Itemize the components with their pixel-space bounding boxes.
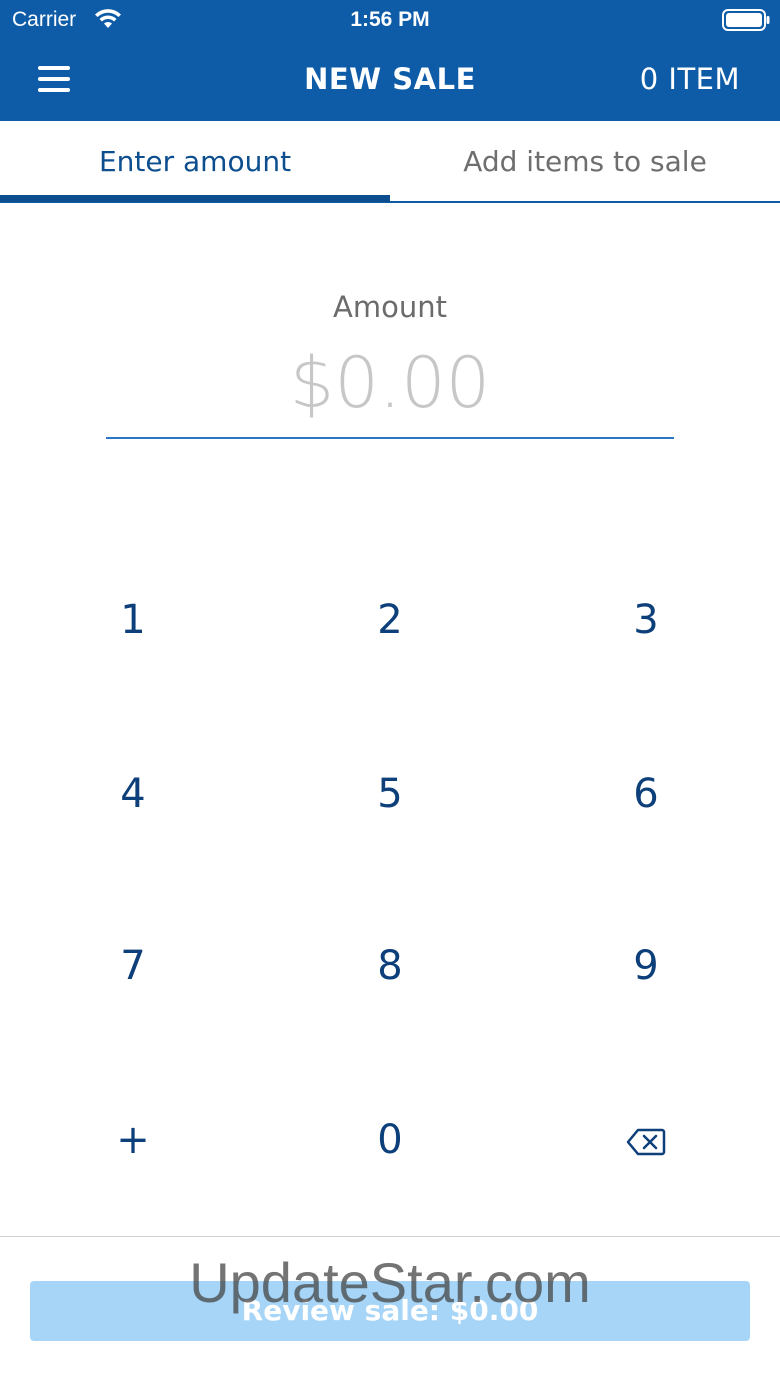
amount-label: Amount	[333, 290, 447, 324]
backspace-icon	[626, 1128, 666, 1156]
status-bar: Carrier 1:56 PM	[0, 0, 780, 40]
nav-bar: NEW SALE 0 ITEM	[0, 40, 780, 121]
key-plus[interactable]: +	[33, 1080, 233, 1200]
key-0[interactable]: 0	[290, 1080, 490, 1200]
key-4[interactable]: 4	[33, 734, 233, 854]
key-6[interactable]: 6	[546, 734, 746, 854]
amount-input[interactable]: $0.00	[106, 342, 674, 424]
key-9[interactable]: 9	[546, 906, 746, 1026]
key-8[interactable]: 8	[290, 906, 490, 1026]
backspace-key[interactable]	[546, 1080, 746, 1200]
item-count-button[interactable]: 0 ITEM	[640, 62, 740, 96]
battery-icon	[722, 9, 770, 31]
key-2[interactable]: 2	[290, 560, 490, 680]
key-7[interactable]: 7	[33, 906, 233, 1026]
review-sale-button[interactable]: Review sale: $0.00	[30, 1281, 750, 1341]
sale-mode-tabs: Enter amount Add items to sale	[0, 121, 780, 203]
status-time: 1:56 PM	[350, 8, 430, 31]
amount-underline	[106, 437, 674, 439]
footer-divider	[0, 1236, 780, 1237]
key-3[interactable]: 3	[546, 560, 746, 680]
tab-add-items[interactable]: Add items to sale	[390, 121, 780, 203]
key-5[interactable]: 5	[290, 734, 490, 854]
tab-enter-amount[interactable]: Enter amount	[0, 121, 390, 203]
active-tab-indicator	[0, 195, 390, 202]
key-1[interactable]: 1	[33, 560, 233, 680]
app-header: Carrier 1:56 PM NEW SALE 0 ITEM	[0, 0, 780, 121]
